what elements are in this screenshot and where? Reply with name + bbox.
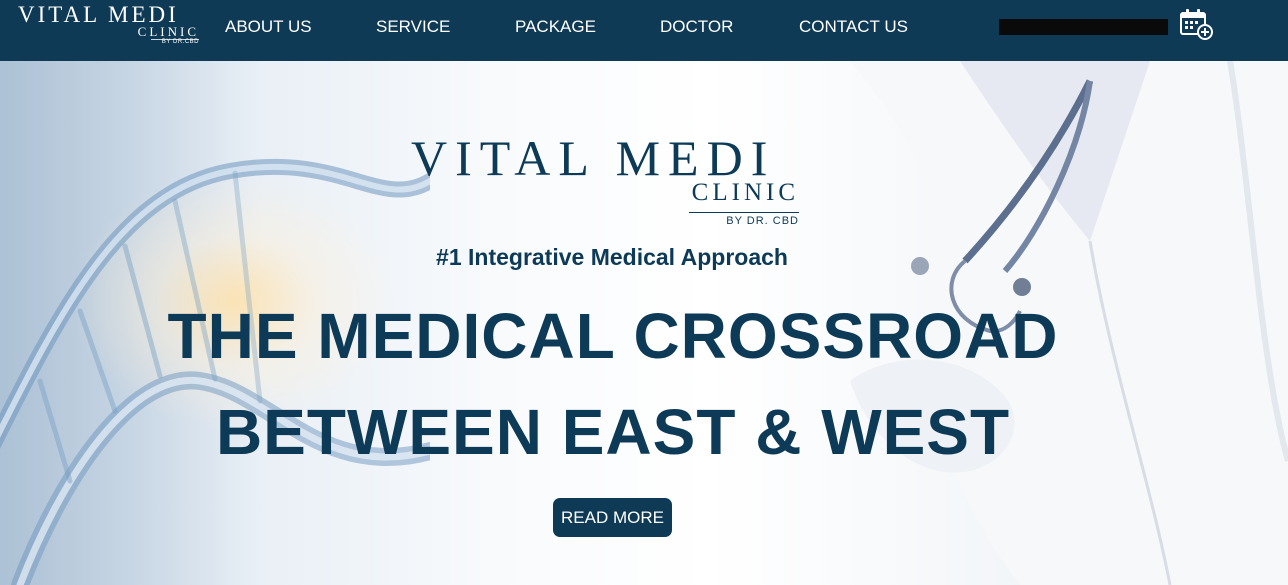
logo-subtitle: CLINIC xyxy=(137,24,199,39)
hero-headline-line2: BETWEEN EAST & WEST xyxy=(215,396,1011,468)
read-more-button[interactable]: READ MORE xyxy=(553,498,672,537)
hero-logo-byline: BY DR. CBD xyxy=(726,215,799,227)
redacted-bar xyxy=(999,19,1168,35)
nav-about-us[interactable]: ABOUT US xyxy=(225,17,312,37)
hero-tagline: #1 Integrative Medical Approach xyxy=(436,244,788,270)
hero-logo-subtitle: CLINIC xyxy=(691,179,799,206)
hero-headline-line1: THE MEDICAL CROSSROAD xyxy=(167,300,1059,372)
nav-service[interactable]: SERVICE xyxy=(376,17,450,37)
nav-contact-us[interactable]: CONTACT US xyxy=(799,17,908,37)
calendar-add-icon[interactable] xyxy=(1179,8,1213,40)
hero-banner: VITAL MEDI CLINIC BY DR. CBD #1 Integrat… xyxy=(0,61,1288,585)
nav-doctor[interactable]: DOCTOR xyxy=(660,17,733,37)
logo-byline: BY DR.CBD xyxy=(161,39,199,45)
hero-logo-rule xyxy=(689,212,799,213)
hero-logo: VITAL MEDI CLINIC BY DR. CBD xyxy=(405,129,805,233)
header-logo[interactable]: VITAL MEDI CLINIC BY DR.CBD xyxy=(18,2,203,52)
nav-package[interactable]: PACKAGE xyxy=(515,17,596,37)
top-nav-bar: VITAL MEDI CLINIC BY DR.CBD ABOUT US SER… xyxy=(0,0,1288,61)
